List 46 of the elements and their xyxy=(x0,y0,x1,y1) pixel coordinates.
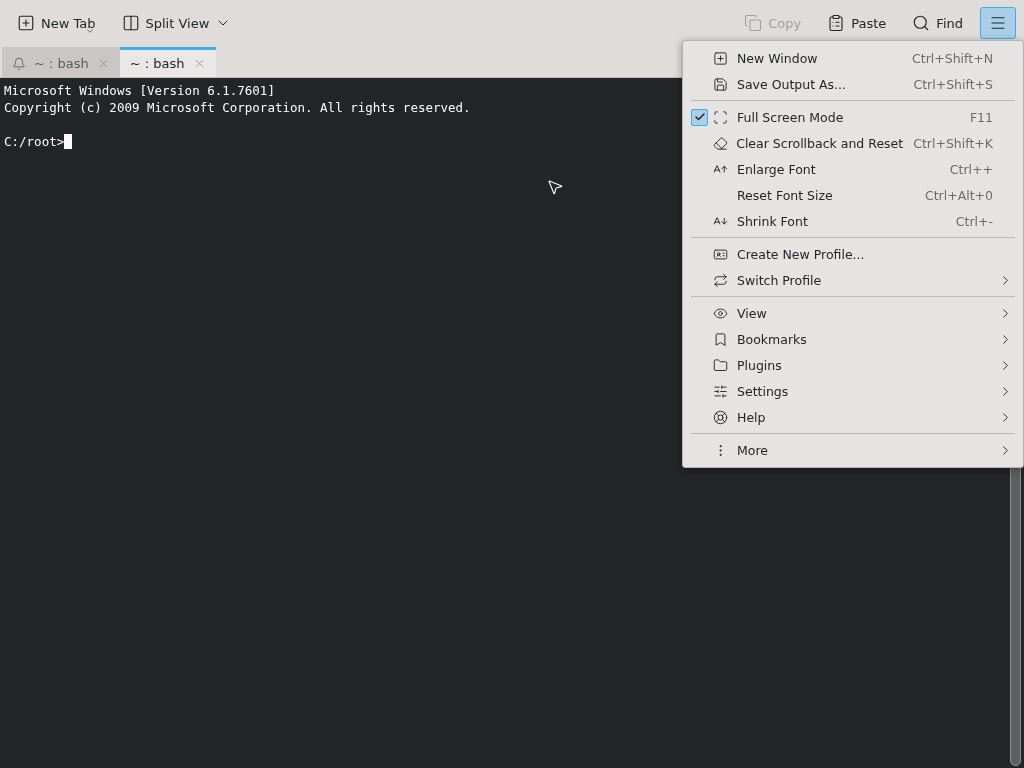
toolbar-button[interactable]: New Tab xyxy=(8,7,105,39)
menu-item[interactable]: Enlarge Font Ctrl++ xyxy=(683,156,1023,182)
switch-icon xyxy=(713,272,728,288)
terminal-line: Microsoft Windows [Version 6.1.7601] xyxy=(4,82,275,99)
save-icon xyxy=(713,76,728,92)
bookmark-icon xyxy=(713,331,728,347)
menu-item[interactable]: Settings xyxy=(683,378,1023,404)
profile-icon xyxy=(713,246,728,262)
checkmark-icon xyxy=(693,111,706,123)
search-icon xyxy=(912,14,931,32)
fullscreen-icon xyxy=(713,109,728,125)
menu-item[interactable]: Plugins xyxy=(683,352,1023,378)
menu-item[interactable]: Shrink Font Ctrl+- xyxy=(683,208,1023,234)
eraser-icon xyxy=(712,135,728,151)
menu-item[interactable]: Reset Font Size Ctrl+Alt+0 xyxy=(683,182,1023,208)
lifebuoy-icon xyxy=(713,409,728,425)
toolbar-button[interactable]: Paste xyxy=(818,7,896,39)
clipboard-icon xyxy=(827,14,846,32)
copy-icon xyxy=(744,14,763,32)
bell-icon xyxy=(12,56,26,71)
menu-item[interactable]: Full Screen Mode F11 xyxy=(683,104,1023,130)
checkbox[interactable] xyxy=(691,108,708,126)
terminal-line: C:/root> xyxy=(4,133,65,150)
eye-icon xyxy=(713,305,728,321)
toolbar-button[interactable]: Split View xyxy=(112,7,241,39)
menu-item[interactable]: Help xyxy=(683,404,1023,430)
terminal-tab[interactable]: ~ : bash xyxy=(2,47,120,77)
menu-button[interactable] xyxy=(980,7,1016,39)
menu-item[interactable]: Switch Profile xyxy=(683,267,1023,293)
menu-item[interactable]: Bookmarks xyxy=(683,326,1023,352)
menu-item[interactable]: Clear Scrollback and Reset Ctrl+Shift+K xyxy=(683,130,1023,156)
terminal-tab[interactable]: ~ : bash xyxy=(119,47,216,77)
menu-item[interactable]: New Window Ctrl+Shift+N xyxy=(683,45,1023,71)
toolbar-button[interactable]: Find xyxy=(903,7,972,39)
menu-item[interactable]: More xyxy=(683,437,1023,463)
window-plus-icon xyxy=(713,50,728,66)
menu-item[interactable]: Create New Profile... xyxy=(683,241,1023,267)
menu-item[interactable]: View xyxy=(683,300,1023,326)
terminal-line: Copyright (c) 2009 Microsoft Corporation. All rights reserved. xyxy=(4,99,471,116)
menu-icon xyxy=(989,14,1007,32)
sliders-icon xyxy=(713,383,728,399)
new-tab-icon xyxy=(17,14,35,32)
text-cursor xyxy=(64,134,73,149)
mouse-pointer-icon xyxy=(546,178,564,196)
split-view-icon xyxy=(121,14,140,32)
folder-icon xyxy=(713,357,728,373)
